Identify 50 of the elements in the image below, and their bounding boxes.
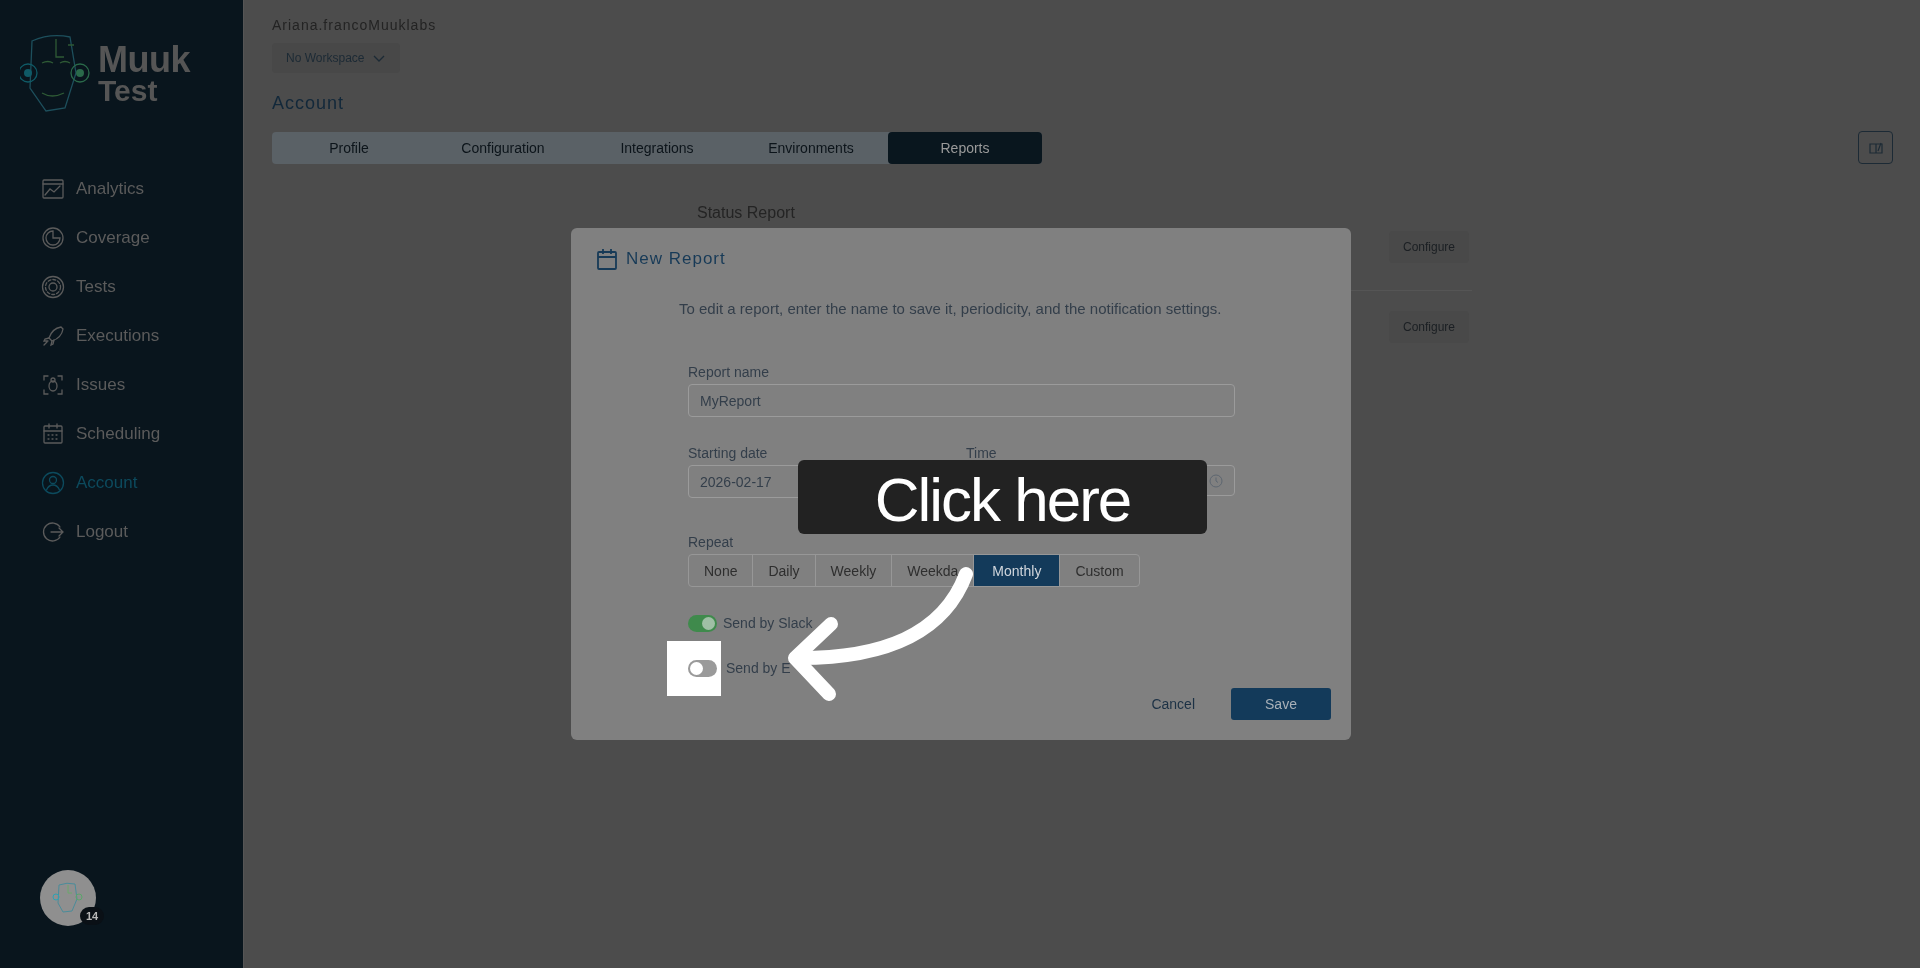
logo-text: Muuk: [98, 44, 190, 77]
repeat-option[interactable]: None: [689, 555, 754, 586]
notification-badge: 14: [80, 907, 105, 925]
tab[interactable]: Configuration: [426, 132, 580, 164]
cancel-button[interactable]: Cancel: [1145, 695, 1201, 713]
repeat-option[interactable]: Daily: [753, 555, 816, 586]
toggle-label: Send by E: [726, 660, 791, 676]
repeat-option[interactable]: Weekly: [815, 555, 893, 586]
save-button[interactable]: Save: [1231, 688, 1331, 720]
toggle-label: Send by Slack: [723, 615, 813, 631]
report-name-field[interactable]: MyReport: [688, 384, 1235, 417]
calendar-icon: [596, 248, 618, 270]
repeat-option[interactable]: Monthly: [974, 555, 1061, 586]
logout-icon: [41, 519, 65, 544]
calendar-icon: [41, 421, 65, 446]
avatar[interactable]: [40, 870, 96, 926]
field-label: Repeat: [688, 534, 735, 550]
tab[interactable]: Reports: [888, 132, 1042, 164]
tab[interactable]: Environments: [734, 132, 888, 164]
click-here-tooltip: Click here: [798, 460, 1207, 534]
nav-item[interactable]: Tests: [0, 262, 243, 311]
field-label: Report name: [688, 364, 770, 380]
nav-item[interactable]: Issues: [0, 360, 243, 409]
nav-item[interactable]: Analytics: [0, 164, 243, 213]
nav-item[interactable]: Coverage: [0, 213, 243, 262]
tab[interactable]: Integrations: [580, 132, 734, 164]
chevron-down-icon: [372, 53, 387, 63]
help-button[interactable]: [1858, 131, 1893, 164]
nav-item[interactable]: Account: [0, 458, 243, 507]
dialog-title: New Report: [626, 249, 726, 269]
nav-item[interactable]: Scheduling: [0, 409, 243, 458]
nav-item[interactable]: Executions: [0, 311, 243, 360]
field-label: Starting date: [688, 445, 769, 461]
logo-text: Test: [98, 76, 159, 104]
gear-icon: [41, 274, 65, 299]
rocket-icon: [41, 323, 65, 348]
avatar-face-drawing: [51, 881, 85, 915]
clock-icon: [1209, 473, 1223, 488]
field-label: Time: [966, 445, 998, 461]
dialog-description: To edit a report, enter the name to save it, periodicity, and the notification settings.: [679, 300, 1223, 317]
bug-icon: [41, 372, 65, 397]
repeat-option[interactable]: Custom: [1060, 555, 1139, 586]
analytics-chart-icon: [41, 176, 65, 201]
pie-chart-icon: [41, 225, 65, 250]
nav-item[interactable]: Logout: [0, 507, 243, 556]
book-icon: [1868, 140, 1883, 155]
user-icon: [41, 470, 65, 495]
toggle-switch[interactable]: [688, 614, 717, 632]
page-title: Account: [272, 93, 346, 114]
tab[interactable]: Profile: [272, 132, 426, 164]
